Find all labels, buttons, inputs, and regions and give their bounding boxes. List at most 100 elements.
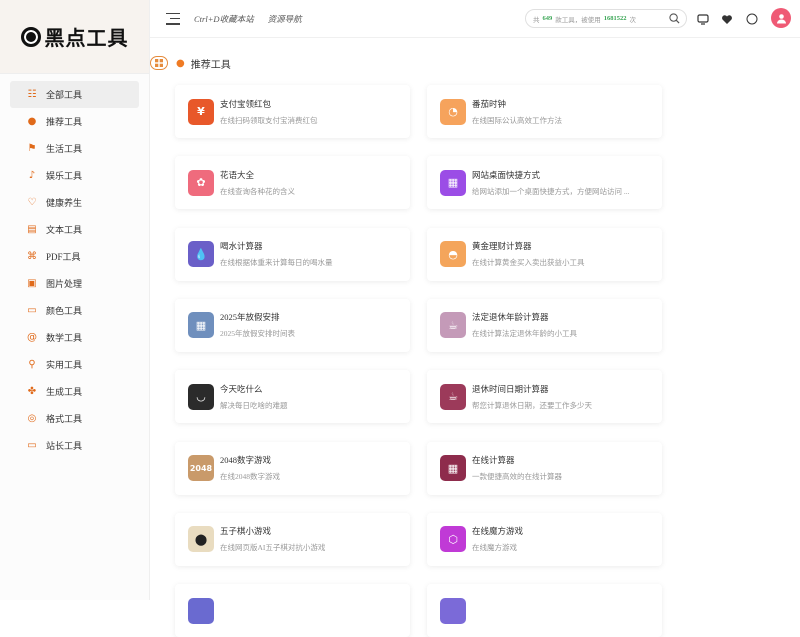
tool-card-title: 法定退休年龄计算器 [472,312,549,323]
tool-card-title: 番茄时钟 [472,98,507,109]
game-2048-icon: 2048 [188,455,214,481]
tool-card[interactable]: ☕ 退休时间日期计算器 帮您计算退休日期，还要工作多少天 [427,370,662,424]
tool-card-text: 法定退休年龄计算器 在线计算法定退休年龄的小工具 [472,311,662,339]
sidebar-item[interactable]: ⚑ 生活工具 [10,135,139,162]
tool-card-text: 番茄时钟 在线国际公认高效工作方法 [472,98,662,126]
stats-mid: 款工具，被使用 [555,16,601,24]
image-icon: ▣ [27,278,37,289]
sidebar-item[interactable]: ● 推荐工具 [10,108,139,135]
tool-card[interactable]: ▦ 在线计算器 一款便捷高效的在线计算器 [427,441,662,495]
logo-area[interactable]: 黑点工具 [0,0,149,74]
tool-card[interactable]: ▦ 2025年放假安排 2025年放假安排时间表 [175,298,410,352]
logo-dot-icon [20,26,41,47]
sidebar-item[interactable]: ♡ 健康养生 [10,189,139,216]
format-icon: ◎ [27,413,37,424]
sidebar-item[interactable]: @ 数学工具 [10,324,139,351]
tool-card[interactable]: 💧 喝水计算器 在线根据体重来计算每日的喝水量 [175,227,410,281]
monitor-icon[interactable] [695,11,711,27]
tool-card-title: 在线计算器 [472,455,515,465]
tool-card-description: 帮您计算退休日期，还要工作多少天 [472,400,592,410]
theme-toggle-icon[interactable] [744,11,760,27]
tool-card-text: 网站桌面快捷方式给网站添加一个桌面快捷方式，方便网站访问 ... [472,169,662,197]
sidebar-item[interactable]: ▣ 图片处理 [10,270,139,297]
tool-card-title: 网站桌面快捷方式 [472,169,541,180]
tool-card-description: 在线计算黄金买入卖出获益小工具 [472,258,585,268]
sidebar-item[interactable]: ▭ 颜色工具 [10,297,139,324]
sidebar-item[interactable]: ☷ 全部工具 [10,81,139,108]
tool-card-description: 解决每日吃啥的难题 [220,400,288,410]
tool-card-text: 在线计算器一款便捷高效的在线计算器 [472,454,662,482]
tool-card-title: 在线魔方游戏 [472,526,524,537]
monitor-icon: ▭ [27,305,37,316]
tool-card-description: 一款便捷高效的在线计算器 [472,472,562,481]
tool-card-description: 在线魔方游戏 [472,543,517,553]
sidebar-item-label: 文本工具 [46,225,83,235]
tool-card[interactable]: ▦ 网站桌面快捷方式 给网站添加一个桌面快捷方式，方便网站访问 ... [427,156,662,210]
search-icon[interactable] [669,13,680,24]
flower-icon: ✿ [188,169,214,196]
menu-toggle-button[interactable] [166,12,180,25]
sidebar-item-label: 生活工具 [46,144,83,154]
tool-card[interactable]: ⬤ 五子棋小游戏 在线网页版AI五子棋对抗小游戏 [175,512,410,566]
tool-card-title: 2048数字游戏 [220,455,272,465]
tool-card-title: 2025年放假安排 [220,312,280,323]
sidebar-item[interactable]: ⌘ PDF工具 [10,243,139,270]
sidebar-item-label: 图片处理 [46,279,83,289]
tool-card-title: 今天吃什么 [220,383,263,394]
tool-card[interactable]: ⬡ 在线魔方游戏 在线魔方游戏 [427,512,662,566]
pdf-icon: ⌘ [27,251,37,262]
cup-icon: ☕ [440,383,466,410]
tool-card-title: 支付宝领红包 [220,98,272,109]
logo[interactable]: 黑点工具 [20,22,129,51]
use-count: 1681522 [603,15,627,22]
at-icon: @ [27,332,37,343]
heart-icon[interactable] [719,11,735,27]
tool-card-text: 黄金理财计算器 在线计算黄金买入卖出获益小工具 [472,240,662,268]
user-avatar[interactable] [771,8,791,28]
sidebar-item[interactable]: ▭ 站长工具 [10,432,139,459]
header: Ctrl+D收藏本站 资源导航 共 649 款工具，被使用 1681522 次 [150,0,800,38]
tool-card-title: 喝水计算器 [220,241,263,252]
tool-card[interactable]: ✿ 花语大全 在线查询各种花的含义 [175,156,410,210]
tool-card-description: 给网站添加一个桌面快捷方式，方便网站访问 ... [472,186,630,196]
grid-toggle-button[interactable] [150,56,168,70]
bowl-icon: ◡ [188,383,214,410]
tool-card[interactable]: ◓ 黄金理财计算器 在线计算黄金买入卖出获益小工具 [427,227,662,281]
tool-card[interactable] [427,584,662,637]
user-icon [776,13,786,23]
stats-search-box[interactable]: 共 649 款工具，被使用 1681522 次 [525,9,687,28]
tool-card-description: 在线2048数字游戏 [220,472,280,481]
sidebar-item-label: 颜色工具 [46,306,83,316]
flag-icon: ⚑ [27,143,37,154]
tool-icon [188,597,214,624]
tool-card-text [220,608,410,613]
sidebar-item[interactable]: ▤ 文本工具 [10,216,139,243]
search-icon: ⚲ [28,359,36,370]
sidebar-item[interactable]: ✤ 生成工具 [10,378,139,405]
sidebar-item-label: 实用工具 [46,360,83,370]
sidebar-item-label: 格式工具 [46,414,83,424]
tool-card[interactable] [175,584,410,637]
sidebar-item-label: 健康养生 [46,198,83,208]
fire-icon: ● [176,57,185,69]
sidebar-item[interactable]: ⚲ 实用工具 [10,351,139,378]
resource-nav-link[interactable]: 资源导航 [268,13,302,25]
tool-card-description: 在线扫码领取支付宝消费红包 [220,115,318,125]
tool-card[interactable]: ☕ 法定退休年龄计算器 在线计算法定退休年龄的小工具 [427,298,662,352]
tool-card[interactable]: ◡ 今天吃什么解决每日吃啥的难题 [175,370,410,424]
tool-card[interactable]: ¥ 支付宝领红包 在线扫码领取支付宝消费红包 [175,85,410,138]
water-drop-icon: 💧 [188,241,214,268]
tool-card[interactable]: 2048 2048数字游戏 在线2048数字游戏 [175,441,410,495]
stats-suffix: 次 [629,16,637,24]
calculator-icon: ▦ [440,455,466,481]
bookmark-hint-link[interactable]: Ctrl+D收藏本站 [194,13,254,25]
tool-card[interactable]: ◔ 番茄时钟 在线国际公认高效工作方法 [427,85,662,138]
sidebar-item[interactable]: ♪ 娱乐工具 [10,162,139,189]
tool-icon [440,597,466,624]
tool-count: 649 [542,15,553,22]
section-header: ● 推荐工具 [150,54,790,72]
tool-card-title: 花语大全 [220,169,255,180]
sidebar-item[interactable]: ◎ 格式工具 [10,405,139,432]
tool-card-text [472,608,662,613]
sidebar: 黑点工具 ☷ 全部工具 ● 推荐工具 ⚑ 生活工具 ♪ 娱乐工具 ♡ 健康养生 ▤ 文本工具 ⌘ PDF工… [0,0,150,600]
